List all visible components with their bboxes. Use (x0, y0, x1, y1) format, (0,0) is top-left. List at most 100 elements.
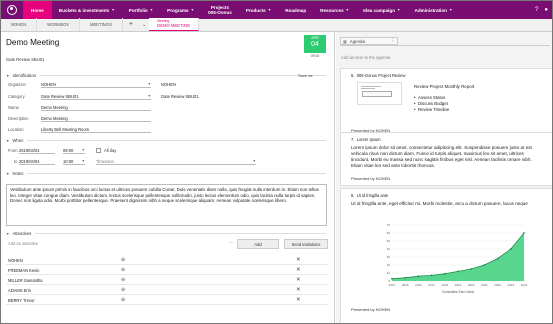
meeting-date-badge: APR 04 09:00 (304, 35, 326, 58)
more-options-icon[interactable]: … (229, 239, 234, 245)
nav-roadmap[interactable]: Roadmap (278, 1, 313, 19)
chart-point (523, 232, 525, 234)
chevron-down-icon: ▼ (111, 7, 115, 12)
nav-portfolio[interactable]: Portfolio ▼ (122, 1, 160, 19)
chevron-down-icon: ▼ (448, 7, 453, 12)
name-label: Name (8, 105, 19, 110)
organizer-label: Organizer (8, 82, 26, 87)
divider (27, 140, 326, 141)
tab-nohen[interactable]: NOHEN (1, 18, 38, 31)
nav-home[interactable]: Home (23, 1, 52, 19)
chevron-down-icon: ▼ (6, 73, 10, 78)
chevron-down-icon[interactable]: ⌄ (139, 18, 149, 31)
nav-programs[interactable]: Programs ▼ (160, 1, 201, 19)
status-circle-icon[interactable]: ⊖ (121, 297, 296, 303)
attendee-input[interactable]: Add an attendee (8, 241, 38, 246)
agenda-item-text: Lorem ipsum dolor sit amet, consectetur … (351, 145, 532, 168)
nav-products[interactable]: Products ▼ (239, 1, 278, 19)
status-circle-icon[interactable]: ⊖ (121, 287, 296, 293)
notes-textarea[interactable]: Vestibulum ante ipsum primis in faucibus… (6, 184, 327, 226)
all-day-checkbox[interactable] (96, 148, 101, 153)
remove-icon[interactable]: ✕ (296, 277, 301, 283)
chart-x-tick-label: 2015 (402, 283, 409, 287)
agenda-tab-label: Agenda (349, 38, 365, 44)
nav-projects[interactable]: Projects 005-Oonus (201, 1, 239, 19)
from-date-input[interactable]: 2019/04/04 (19, 147, 55, 154)
agenda-item-card[interactable]: 7. Lorem Ipsum Lorem ipsum dolor sit ame… (340, 132, 552, 186)
chart-x-tick-label: 2018 (441, 283, 448, 287)
nav-admin-label: Administration (414, 7, 447, 13)
send-invitations-button[interactable]: Send invitations (284, 239, 328, 249)
remove-icon[interactable]: ✕ (296, 267, 301, 273)
status-circle-icon[interactable]: ⊖ (121, 277, 296, 283)
slide-line (361, 88, 375, 89)
category-value: Gate Review SBU01 (41, 93, 79, 99)
tab-meetings[interactable]: MEETINGS (80, 18, 123, 31)
more-vertical-icon[interactable]: ⋮ (391, 38, 395, 44)
timezone-select[interactable]: Timezone ▼ (96, 158, 256, 165)
chart-x-tick-label: 2014 (389, 283, 396, 287)
remove-icon[interactable]: ✕ (296, 287, 301, 293)
nav-roadmap-label: Roadmap (285, 7, 307, 13)
user-icon[interactable]: ● (544, 7, 548, 13)
section-attendees-label: Attendees (12, 231, 32, 236)
nav-buckets[interactable]: Buckets & investments ▼ (52, 1, 122, 19)
chevron-down-icon: ▼ (397, 7, 401, 12)
nav-projects-label: Projects 005-Oonus (208, 5, 232, 15)
organizer-select[interactable]: NOHEN ▼ (41, 81, 151, 88)
chart-x-tick-label: 2022 (494, 283, 501, 287)
nav-resources-label: Resources (320, 7, 344, 13)
name-input[interactable]: Demo Meeting (41, 104, 151, 111)
all-day-label: All day (104, 148, 117, 153)
tab-demo-meeting[interactable]: Meeting DEMO MEETING (149, 18, 199, 31)
section-identification[interactable]: ▼ Identification (6, 73, 326, 78)
app-window: Home Buckets & investments ▼ Portfolio ▼ P… (0, 0, 553, 324)
status-circle-icon[interactable]: ⊖ (121, 267, 296, 273)
remove-icon[interactable]: ✕ (296, 257, 301, 263)
chart-point (496, 257, 499, 260)
add-tab-button[interactable]: + (123, 18, 139, 31)
attendee-row: BERRY Trevor ⊖ ✕ (6, 296, 328, 305)
chart-point (443, 272, 446, 275)
nav-administration[interactable]: Administration ▼ (408, 1, 460, 19)
chart-point (483, 264, 486, 266)
attendee-row: NOHEN ⊖ ✕ (6, 256, 328, 265)
add-attendee-button[interactable]: Add (237, 239, 279, 249)
description-input[interactable]: Demo Meeting (41, 115, 151, 122)
from-date-value: 2019/04/04 (19, 147, 40, 153)
chevron-down-icon: ▼ (267, 7, 272, 12)
divider (340, 45, 550, 46)
chart-point (430, 274, 433, 277)
category-label: Category (8, 94, 25, 99)
slide-bullet: Discuss Budget (414, 101, 448, 106)
attendee-row: ADAMS Erin ⊖ ✕ (6, 286, 328, 295)
agenda-item-title: 7. Lorem Ipsum (351, 137, 381, 142)
agenda-item-card[interactable]: 8. Ut id fringilla ante Ut id fringilla … (340, 188, 552, 323)
to-time-value: 10:00 (63, 158, 74, 164)
nav-resources[interactable]: Resources ▼ (313, 1, 356, 19)
add-agenda-item-input[interactable]: Add an item to the agenda (341, 55, 390, 60)
to-date-input[interactable]: 2019/04/04 (19, 158, 55, 165)
section-attendees[interactable]: ▼ Attendees (6, 231, 326, 236)
section-when[interactable]: ▼ When (6, 138, 326, 143)
location-input[interactable]: Liberty Bell Meeting Room (41, 126, 151, 133)
meeting-form-panel: Demo Meeting Gate Review SBU01 APR 04 09… (1, 32, 335, 323)
nav-idea-campaign[interactable]: Idea campaign ▼ (356, 1, 407, 19)
to-date-value: 2019/04/04 (19, 158, 40, 164)
agenda-panel-tab[interactable]: ▦ Agenda ⋮ (340, 37, 398, 45)
help-icon[interactable]: ? (535, 7, 538, 13)
from-time-select[interactable]: 09:00 ▼ (63, 147, 85, 154)
remove-icon[interactable]: ✕ (296, 297, 301, 303)
app-logo-icon[interactable] (1, 1, 23, 19)
attendee-name: FREEMAN Kevin (8, 267, 40, 273)
save-as-link[interactable]: Save as (298, 73, 312, 78)
attendee-name: MILLER Samantha (8, 277, 43, 283)
attendee-name: ADAMS Erin (8, 287, 31, 293)
status-circle-icon[interactable]: ⊖ (121, 257, 296, 263)
section-notes[interactable]: ▼ Notes (6, 171, 326, 176)
tab-workbox[interactable]: WORKBOX (37, 18, 80, 31)
to-time-select[interactable]: 10:00 ▼ (63, 158, 85, 165)
category-select[interactable]: Gate Review SBU01 ▼ (41, 93, 151, 100)
chevron-down-icon: ▼ (252, 159, 256, 163)
nav-portfolio-label: Portfolio (128, 7, 148, 13)
